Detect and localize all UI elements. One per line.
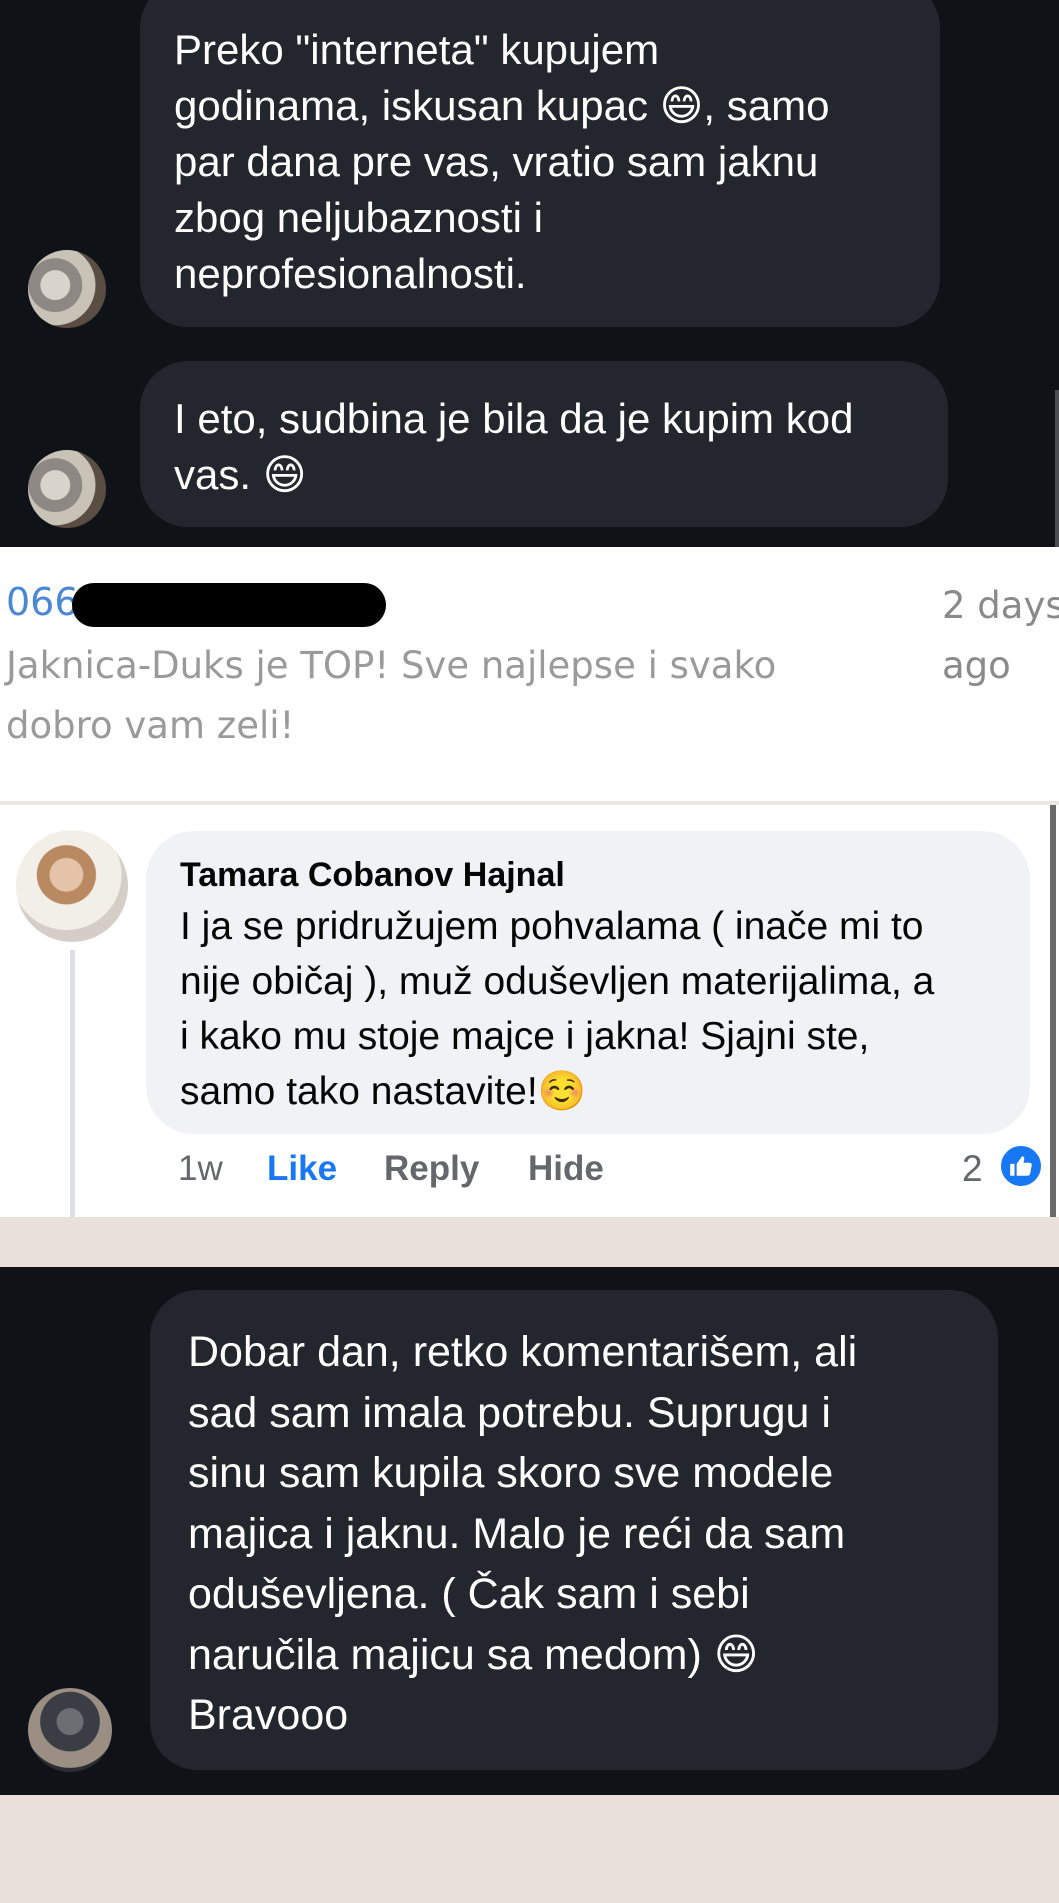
comment-author[interactable]: Tamara Cobanov Hajnal — [180, 851, 996, 899]
avatar[interactable] — [16, 830, 128, 942]
message-bubble[interactable]: I eto, sudbina je bila da je kupim kod v… — [140, 361, 948, 527]
thumbs-up-icon[interactable] — [998, 1143, 1044, 1189]
avatar[interactable] — [28, 1688, 112, 1772]
hide-button[interactable]: Hide — [528, 1145, 604, 1193]
scrollbar[interactable] — [1050, 805, 1056, 1217]
comment-text: I ja se pridružujem pohvalama ( inače mi… — [180, 905, 935, 1113]
message-bubble[interactable]: Dobar dan, retko komentarišem, ali sad s… — [150, 1290, 998, 1770]
message-bubble[interactable]: Preko "interneta" kupujem godinama, isku… — [140, 0, 940, 327]
thread-line — [70, 950, 75, 1217]
redaction-bar — [72, 583, 386, 627]
scrollbar[interactable] — [1055, 390, 1059, 547]
like-button[interactable]: Like — [267, 1145, 337, 1193]
reply-button[interactable]: Reply — [384, 1145, 479, 1193]
separator — [0, 1217, 1059, 1267]
reaction-count[interactable]: 2 — [962, 1145, 983, 1193]
avatar[interactable] — [28, 250, 106, 328]
reviewer-phone: 066 — [6, 580, 79, 624]
comment-bubble: Tamara Cobanov Hajnal I ja se pridružuje… — [146, 831, 1030, 1134]
comment-time[interactable]: 1w — [178, 1145, 223, 1193]
avatar[interactable] — [28, 450, 106, 528]
review-timestamp: 2 days ago — [942, 584, 1059, 687]
review-text: Jaknica-Duks je TOP! Sve najlepse i svak… — [6, 644, 777, 747]
